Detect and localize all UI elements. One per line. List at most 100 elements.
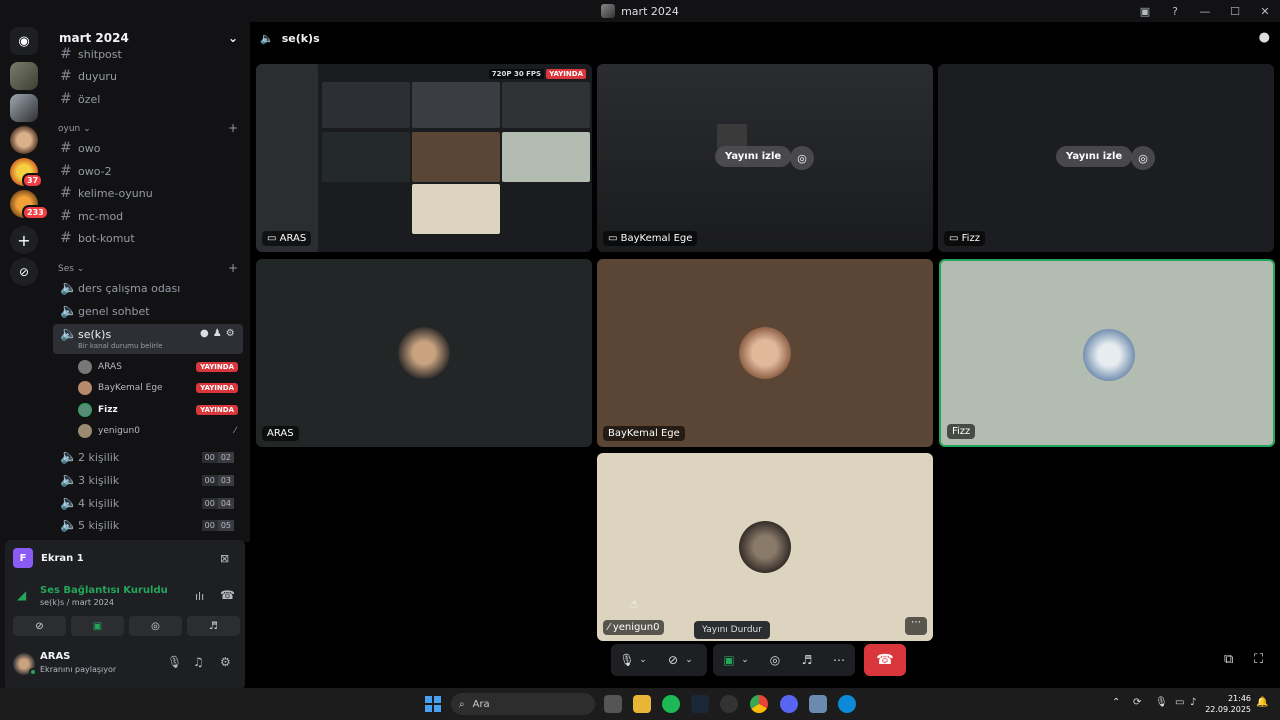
category-ses[interactable]: Ses ⌄ [58,264,84,274]
microphone-icon[interactable]: 🎙 [1155,697,1168,708]
user-tile[interactable]: ⁄ yenigun0 ⋯ [597,453,933,641]
user-name[interactable]: ARAS [40,651,70,662]
discord-home-icon[interactable]: ◉ [10,27,38,55]
file-explorer-icon[interactable] [633,695,651,713]
task-view-icon[interactable] [604,695,622,713]
add-user-icon[interactable]: ♟ [213,328,222,339]
headphones-icon[interactable]: ♫ [193,655,204,669]
spotify-icon[interactable] [662,695,680,713]
clock[interactable]: 21:46 22.09.2025 [1205,693,1251,715]
discord-icon[interactable] [780,695,798,713]
inbox-icon[interactable]: ▣ [1130,5,1160,18]
close-button[interactable]: ✕ [1250,5,1280,18]
camera-off-button[interactable]: ⊘ [13,616,66,636]
soundboard-icon[interactable]: ♬ [792,644,822,676]
microphone-icon[interactable]: 🎙 [167,655,182,669]
channel-status[interactable]: Bir kanal durumu belirle [78,342,162,350]
avatar [739,327,791,379]
voice-channel-active[interactable]: 🔈 se(k)s [60,324,111,344]
add-channel-icon[interactable]: + [228,121,238,135]
add-channel-icon[interactable]: + [228,261,238,275]
server-icon[interactable] [10,62,38,90]
activity-button[interactable]: ◎ [129,616,182,636]
user-limit: 00 05 [201,519,234,531]
volume-icon[interactable]: ♪ [1190,697,1196,708]
chevron-down-icon[interactable]: ⌄ [680,644,698,676]
stop-screen-icon[interactable]: ⊠ [220,552,229,565]
category-oyun[interactable]: oyun ⌄ [58,124,91,134]
help-icon[interactable]: ? [1160,5,1190,18]
voice-user[interactable]: yenigun0 ⁄ [78,422,238,440]
channel-item[interactable]: # shitpost [60,44,122,64]
channel-item[interactable]: # kelime-oyunu [60,183,153,203]
maximize-button[interactable]: ☐ [1220,5,1250,18]
watch-popout-icon[interactable]: ◎ [1131,146,1155,170]
stream-tile[interactable]: Yayını izle ◎ ▭ Fizz [938,64,1274,252]
chrome-icon[interactable] [750,695,768,713]
more-options-icon[interactable]: ⋯ [824,644,854,676]
popout-icon[interactable]: ⧉ [1224,652,1233,667]
explore-icon[interactable]: ⊘ [10,258,38,286]
screen-name: Ekran 1 [41,552,84,564]
chat-icon[interactable]: ● [1259,30,1270,45]
voice-user[interactable]: Fizz YAYINDA [78,401,238,419]
channel-title: se(k)s [281,31,320,45]
channel-item[interactable]: # duyuru [60,66,117,86]
channel-item[interactable]: # owo-2 [60,161,112,181]
noise-suppression-icon[interactable]: ılı [195,590,204,603]
add-server-icon[interactable]: + [10,226,38,254]
voice-channel-item[interactable]: 🔈 genel sohbet [60,301,150,321]
app-icon[interactable] [720,695,738,713]
watch-popout-icon[interactable]: ◎ [790,146,814,170]
speaker-icon: 🔈 [60,449,78,465]
voice-channel-item[interactable]: 🔈 ders çalışma odası [60,278,180,298]
channel-item[interactable]: # mc-mod [60,206,123,226]
sync-icon[interactable]: ⟳ [1133,697,1141,708]
app-icon[interactable] [809,695,827,713]
watch-stream-button[interactable]: Yayını izle [1056,146,1133,167]
voice-channel-item[interactable]: 🔈 4 kişilik 00 04 [60,493,240,513]
stream-preview-panel [322,132,410,182]
stream-tile[interactable]: 720P 30 FPS YAYINDA ▭ ARAS [256,64,592,252]
server-icon[interactable] [10,126,38,154]
voice-channel-item[interactable]: 🔈 2 kişilik 00 02 [60,447,240,467]
screen-share-button[interactable]: ▣ [71,616,124,636]
edge-icon[interactable] [838,695,856,713]
network-icon[interactable]: ▭ [1175,697,1184,708]
user-tile-speaking[interactable]: Fizz [939,259,1275,447]
activity-icon[interactable]: ◎ [760,644,790,676]
soundboard-button[interactable]: ♬ [187,616,240,636]
steam-icon[interactable] [691,695,709,713]
chat-icon[interactable]: ● [200,328,209,339]
user-tile[interactable]: BayKemal Ege [597,259,933,447]
unread-badge: 233 [22,205,49,220]
voice-channel-item[interactable]: 🔈 5 kişilik 00 05 [60,515,240,535]
channel-item[interactable]: # özel [60,89,100,109]
gear-icon[interactable]: ⚙ [220,655,231,669]
voice-user[interactable]: BayKemal Ege YAYINDA [78,379,238,397]
channel-item[interactable]: # owo [60,138,100,158]
watch-stream-button[interactable]: Yayını izle [715,146,792,167]
fullscreen-icon[interactable]: ⛶ [1254,652,1263,667]
minimize-button[interactable]: — [1190,5,1220,18]
disconnect-button[interactable]: ☎ [864,644,906,676]
hash-icon: # [60,185,72,201]
windows-start-icon[interactable] [425,696,441,712]
speaker-icon: 🔈 [60,326,78,342]
gear-icon[interactable]: ⚙ [226,328,235,339]
stream-tile[interactable]: Yayını izle ◎ ▭ BayKemal Ege [597,64,933,252]
channel-item[interactable]: # bot-komut [60,228,135,248]
voice-channel-item[interactable]: 🔈 3 kişilik 00 03 [60,470,240,490]
chevron-up-icon[interactable]: ⌃ [1112,697,1120,708]
taskbar-search[interactable]: ⌕ Ara [451,693,595,715]
notification-icon[interactable]: 🔔 [1256,697,1268,708]
server-icon-active[interactable] [10,94,38,122]
user-tile[interactable]: ARAS [256,259,592,447]
more-options-icon[interactable]: ⋯ [905,617,927,635]
speaker-icon: 🔈 [260,31,274,45]
disconnect-icon[interactable]: ☎ [220,588,235,602]
chevron-down-icon[interactable]: ⌄ [634,644,652,676]
connection-status[interactable]: Ses Bağlantısı Kuruldu [40,585,168,596]
chevron-down-icon[interactable]: ⌄ [736,644,754,676]
voice-user[interactable]: ARAS YAYINDA [78,358,238,376]
